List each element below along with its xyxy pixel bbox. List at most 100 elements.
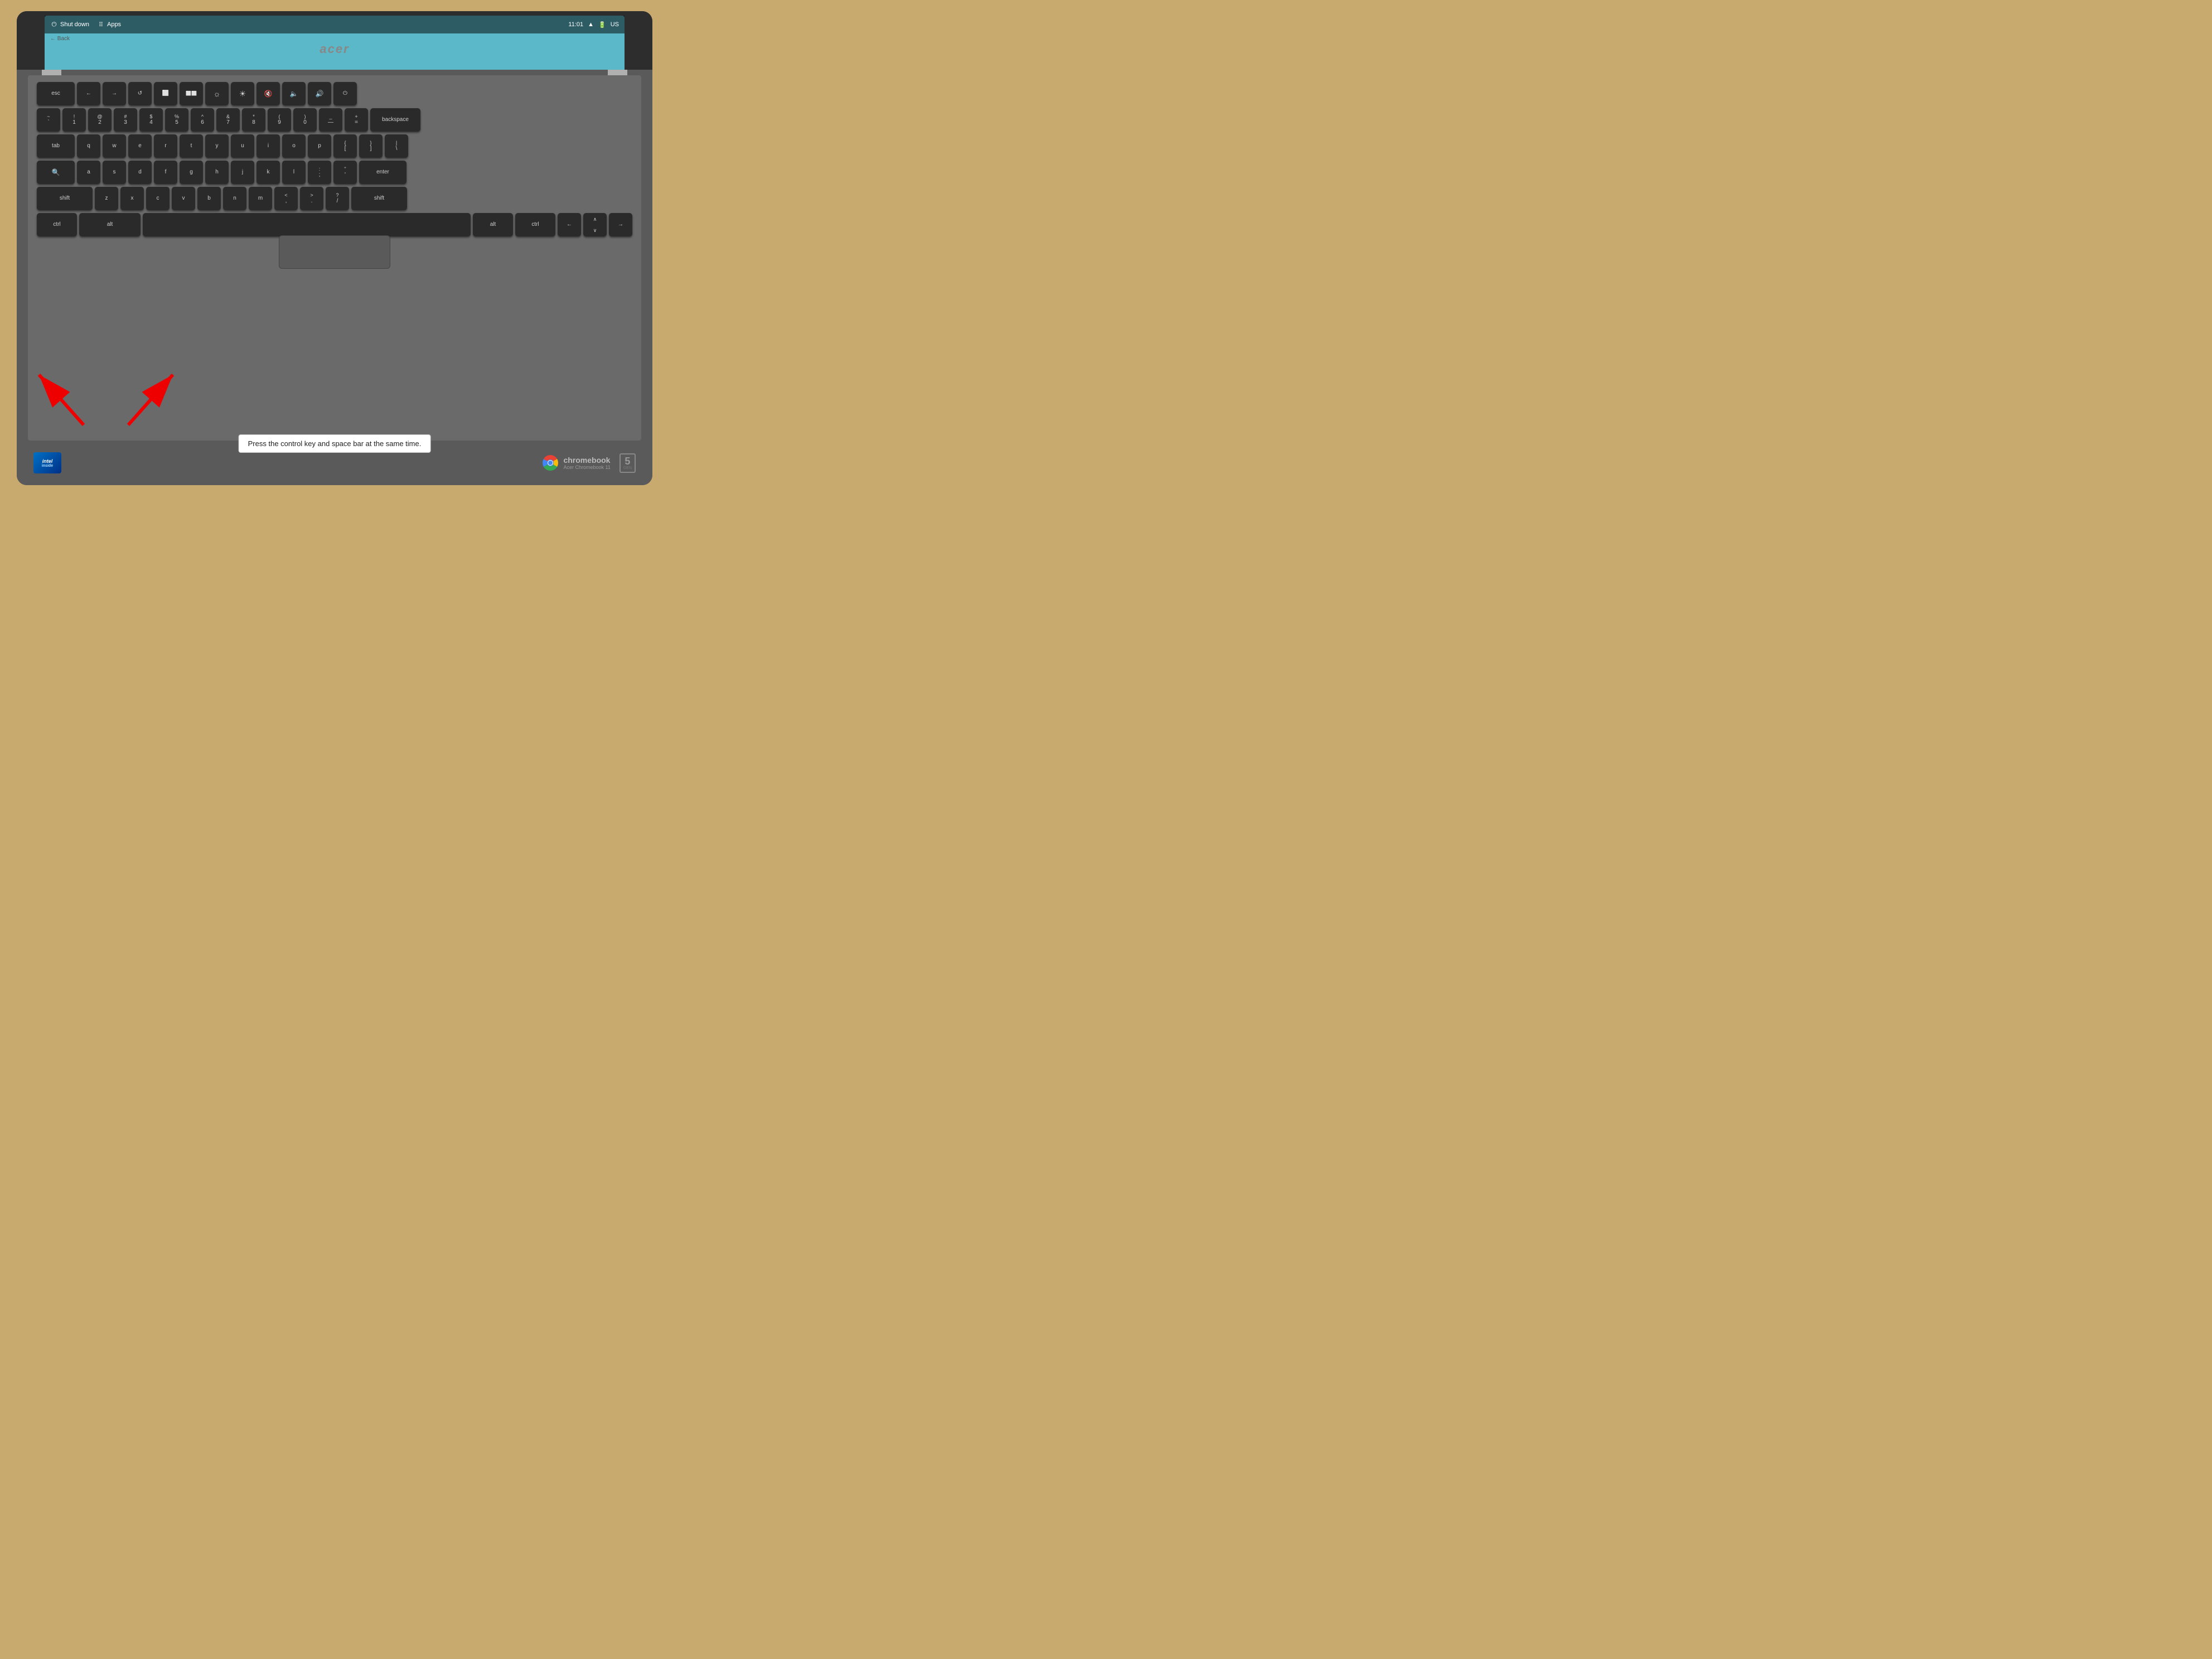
key-u[interactable]: u bbox=[231, 134, 254, 158]
key-arrow-updown[interactable]: ∧ ∨ bbox=[583, 213, 607, 236]
key-comma[interactable]: <, bbox=[274, 187, 298, 210]
bottom-row: ctrl alt alt ctrl ← ∧ ∨ → bbox=[37, 213, 632, 236]
key-slash[interactable]: ?/ bbox=[326, 187, 349, 210]
key-bright-up[interactable]: ☀ bbox=[231, 82, 254, 105]
key-z[interactable]: z bbox=[95, 187, 118, 210]
shutdown-button[interactable]: ⏻ Shut down bbox=[50, 21, 89, 28]
key-x[interactable]: x bbox=[120, 187, 144, 210]
key-e[interactable]: e bbox=[128, 134, 152, 158]
apps-icon: ⠿ bbox=[97, 21, 105, 28]
key-v[interactable]: v bbox=[172, 187, 195, 210]
key-w[interactable]: w bbox=[103, 134, 126, 158]
key-power[interactable]: ⏻ bbox=[333, 82, 357, 105]
key-arrow-right[interactable]: → bbox=[609, 213, 632, 236]
key-refresh[interactable]: ↺ bbox=[128, 82, 152, 105]
key-space[interactable] bbox=[143, 213, 471, 236]
power-icon: ⏻ bbox=[50, 21, 58, 28]
key-vol-up[interactable]: 🔊 bbox=[308, 82, 331, 105]
key-back[interactable]: ← bbox=[77, 82, 100, 105]
key-7[interactable]: &7 bbox=[216, 108, 240, 132]
keyboard: esc ← → ↺ ⬜ ⬜⬜ ☼ ☀ 🔇 🔈 🔊 ⏻ ~` !1 @2 #3 $… bbox=[37, 82, 632, 236]
key-8[interactable]: *8 bbox=[242, 108, 265, 132]
wifi-icon: ▲ bbox=[588, 21, 594, 28]
key-semicolon[interactable]: :; bbox=[308, 161, 331, 184]
key-t[interactable]: t bbox=[180, 134, 203, 158]
key-period[interactable]: >. bbox=[300, 187, 323, 210]
gen-label: GEN bbox=[623, 466, 632, 470]
key-overview[interactable]: ⬜⬜ bbox=[180, 82, 203, 105]
acer-logo: acer bbox=[320, 42, 349, 56]
key-alt-right[interactable]: alt bbox=[473, 213, 513, 236]
key-a[interactable]: a bbox=[77, 161, 100, 184]
intel-text: intel bbox=[42, 458, 53, 464]
key-0[interactable]: )0 bbox=[293, 108, 317, 132]
key-enter[interactable]: enter bbox=[359, 161, 406, 184]
key-p[interactable]: p bbox=[308, 134, 331, 158]
key-d[interactable]: d bbox=[128, 161, 152, 184]
key-c[interactable]: c bbox=[146, 187, 170, 210]
key-1[interactable]: !1 bbox=[62, 108, 86, 132]
key-n[interactable]: n bbox=[223, 187, 246, 210]
touchpad[interactable] bbox=[279, 235, 390, 269]
key-o[interactable]: o bbox=[282, 134, 306, 158]
key-minus[interactable]: _— bbox=[319, 108, 342, 132]
key-bracket-open[interactable]: {[ bbox=[333, 134, 357, 158]
clock: 11:01 bbox=[568, 21, 583, 28]
key-b[interactable]: b bbox=[197, 187, 221, 210]
key-vol-down[interactable]: 🔈 bbox=[282, 82, 306, 105]
key-tab[interactable]: tab bbox=[37, 134, 75, 158]
key-r[interactable]: r bbox=[154, 134, 177, 158]
key-forward[interactable]: → bbox=[103, 82, 126, 105]
key-bracket-close[interactable]: }] bbox=[359, 134, 383, 158]
key-shift-left[interactable]: shift bbox=[37, 187, 93, 210]
key-arrow-left[interactable]: ← bbox=[558, 213, 581, 236]
key-h[interactable]: h bbox=[205, 161, 229, 184]
apps-label: Apps bbox=[107, 21, 121, 28]
key-j[interactable]: j bbox=[231, 161, 254, 184]
back-label: ← Back bbox=[50, 36, 70, 42]
key-2[interactable]: @2 bbox=[88, 108, 112, 132]
key-6[interactable]: ^6 bbox=[191, 108, 214, 132]
taskbar: ⏻ Shut down ⠿ Apps 11:01 ▲ 🔋 US bbox=[45, 16, 625, 33]
key-ctrl-left[interactable]: ctrl bbox=[37, 213, 77, 236]
key-y[interactable]: y bbox=[205, 134, 229, 158]
key-tilde[interactable]: ~` bbox=[37, 108, 60, 132]
key-g[interactable]: g bbox=[180, 161, 203, 184]
key-search[interactable]: 🔍 bbox=[37, 161, 75, 184]
key-m[interactable]: m bbox=[249, 187, 272, 210]
key-fullscreen[interactable]: ⬜ bbox=[154, 82, 177, 105]
function-row: esc ← → ↺ ⬜ ⬜⬜ ☼ ☀ 🔇 🔈 🔊 ⏻ bbox=[37, 82, 632, 105]
gen-badge: 5 GEN bbox=[619, 453, 636, 473]
key-quote[interactable]: "' bbox=[333, 161, 357, 184]
region-label: US bbox=[611, 21, 619, 28]
key-9[interactable]: (9 bbox=[268, 108, 291, 132]
key-backspace[interactable]: backspace bbox=[370, 108, 420, 132]
back-button[interactable]: ← Back bbox=[50, 36, 70, 42]
gen-number: 5 bbox=[623, 456, 632, 466]
key-5[interactable]: %5 bbox=[165, 108, 188, 132]
key-4[interactable]: $4 bbox=[139, 108, 163, 132]
key-shift-right[interactable]: shift bbox=[351, 187, 407, 210]
qwerty-row: tab q w e r t y u i o p {[ }] |\ bbox=[37, 134, 632, 158]
instruction-text: Press the control key and space bar at t… bbox=[248, 439, 422, 448]
keyboard-area: esc ← → ↺ ⬜ ⬜⬜ ☼ ☀ 🔇 🔈 🔊 ⏻ ~` !1 @2 #3 $… bbox=[28, 75, 641, 441]
chromebook-area: chromebook Acer Chromebook 11 5 GEN bbox=[542, 453, 636, 473]
chrome-logo bbox=[542, 454, 559, 471]
key-ctrl-right[interactable]: ctrl bbox=[515, 213, 555, 236]
key-mute[interactable]: 🔇 bbox=[256, 82, 280, 105]
apps-button[interactable]: ⠿ Apps bbox=[97, 21, 121, 28]
key-3[interactable]: #3 bbox=[114, 108, 137, 132]
key-esc[interactable]: esc bbox=[37, 82, 75, 105]
key-alt-left[interactable]: alt bbox=[79, 213, 141, 236]
key-l[interactable]: l bbox=[282, 161, 306, 184]
battery-icon: 🔋 bbox=[598, 21, 606, 28]
key-s[interactable]: s bbox=[103, 161, 126, 184]
key-f[interactable]: f bbox=[154, 161, 177, 184]
key-q[interactable]: q bbox=[77, 134, 100, 158]
key-equals[interactable]: += bbox=[345, 108, 368, 132]
key-i[interactable]: i bbox=[256, 134, 280, 158]
key-bright-down[interactable]: ☼ bbox=[205, 82, 229, 105]
key-k[interactable]: k bbox=[256, 161, 280, 184]
key-backslash[interactable]: |\ bbox=[385, 134, 408, 158]
taskbar-right: 11:01 ▲ 🔋 US bbox=[568, 21, 619, 28]
